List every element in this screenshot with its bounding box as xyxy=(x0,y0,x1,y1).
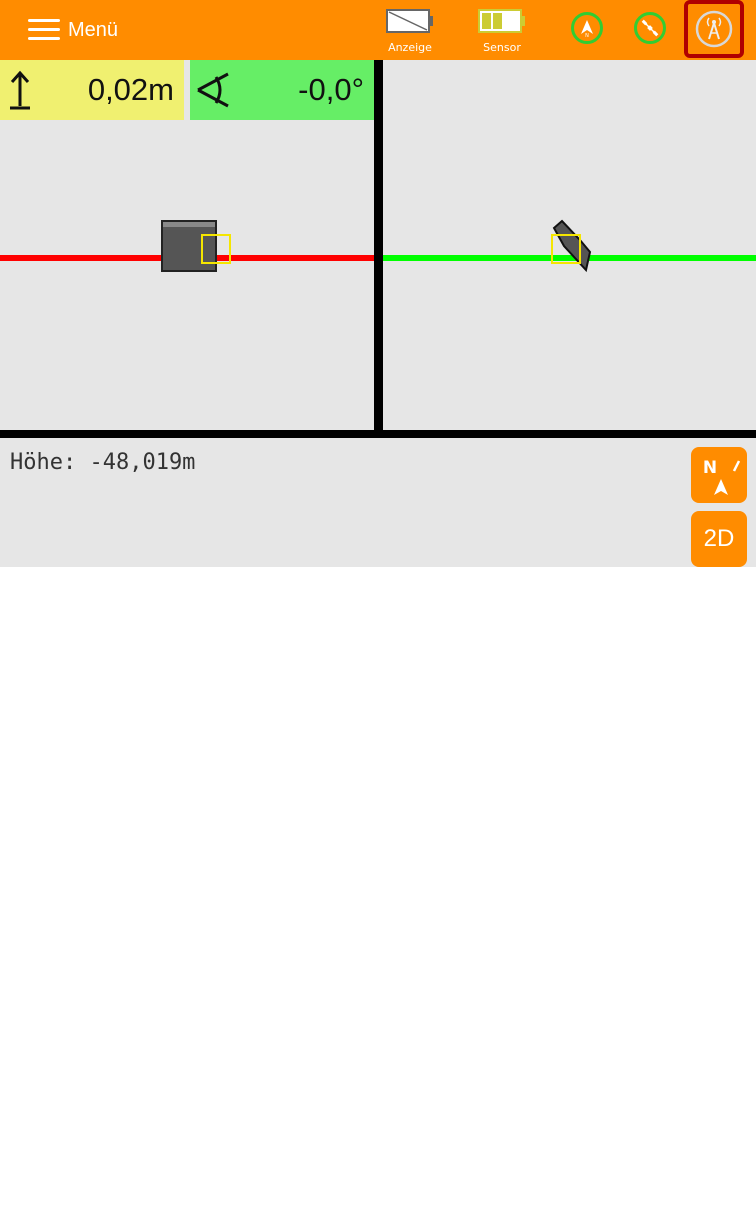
compass-button[interactable]: N xyxy=(691,447,747,503)
display-battery-label: Anzeige xyxy=(388,41,432,54)
target-marker-left xyxy=(201,234,231,264)
sensor-battery-icon xyxy=(478,9,525,33)
sensor-battery-label: Sensor xyxy=(483,41,521,54)
svg-text:N: N xyxy=(585,33,589,37)
height-value: 0,02m xyxy=(87,72,174,107)
angle-readout: -0,0° xyxy=(190,60,374,120)
display-battery-icon xyxy=(386,9,433,33)
view-divider-vertical xyxy=(374,60,383,438)
antenna-button[interactable] xyxy=(684,0,744,58)
hoehe-label: Höhe: -48,019m xyxy=(10,450,196,475)
height-readout: 0,02m xyxy=(0,60,184,120)
north-arrow-icon: N xyxy=(581,20,593,37)
svg-text:N: N xyxy=(703,458,717,478)
menu-label: Menü xyxy=(68,18,119,41)
angle-value: -0,0° xyxy=(298,72,364,107)
view-divider-horizontal xyxy=(0,430,756,438)
height-arrow-icon xyxy=(10,70,30,110)
hamburger-icon xyxy=(28,19,60,41)
sensor-battery: Sensor xyxy=(467,8,537,54)
satellite-icon xyxy=(641,19,659,37)
north-status-button[interactable]: N xyxy=(571,12,603,44)
antenna-icon xyxy=(695,10,733,48)
menu-button[interactable]: Menü xyxy=(28,14,118,46)
target-marker-right xyxy=(551,234,581,264)
angle-icon xyxy=(197,72,229,108)
satellite-status-button[interactable] xyxy=(634,12,666,44)
display-battery: Anzeige xyxy=(375,8,445,54)
view-mode-2d-button[interactable]: 2D xyxy=(691,511,747,567)
compass-north-icon: N xyxy=(703,458,741,495)
